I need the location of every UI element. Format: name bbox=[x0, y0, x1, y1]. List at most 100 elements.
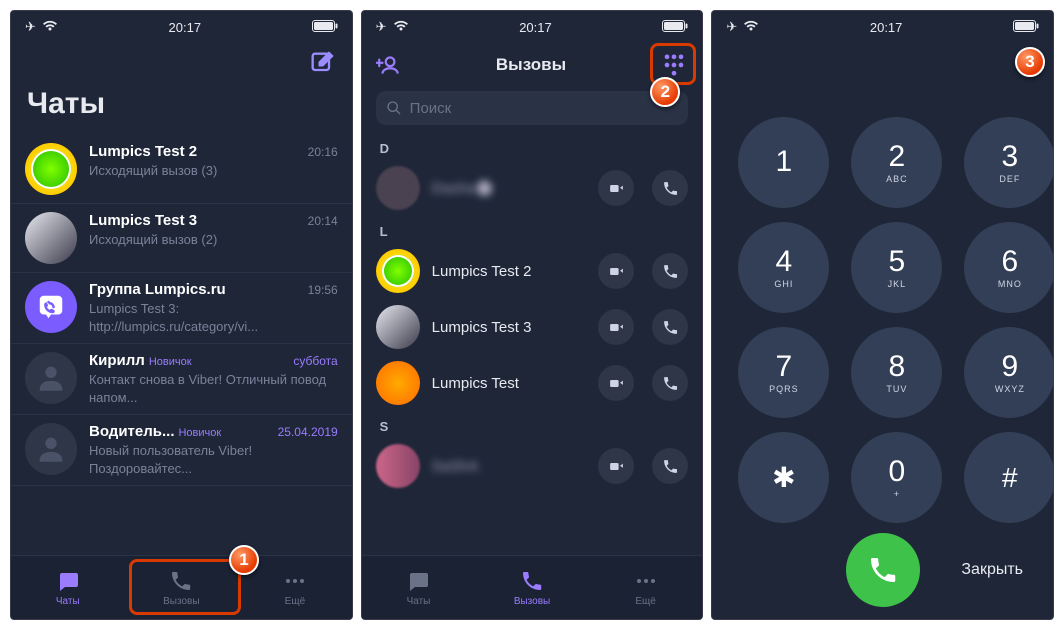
status-time: 20:17 bbox=[519, 20, 552, 35]
key-9[interactable]: 9WXYZ bbox=[964, 327, 1054, 418]
close-button[interactable]: Закрыть bbox=[945, 561, 1027, 579]
voice-call-button[interactable] bbox=[652, 365, 688, 401]
chat-row[interactable]: Lumpics Test 3 20:14 Исходящий вызов (2) bbox=[11, 204, 352, 273]
key-3[interactable]: 3DEF bbox=[964, 117, 1054, 208]
chat-row[interactable]: Lumpics Test 2 20:16 Исходящий вызов (3) bbox=[11, 135, 352, 204]
battery-icon bbox=[662, 20, 688, 35]
screen-chats: ✈ 20:17 Чаты Lumpics Test 2 20:16 Исходя… bbox=[10, 10, 353, 620]
key-2[interactable]: 2ABC bbox=[851, 117, 942, 208]
chat-name: Lumpics Test 3 bbox=[89, 212, 197, 229]
number-display bbox=[712, 43, 1053, 107]
contact-name: Lumpics Test 3 bbox=[432, 319, 581, 336]
voice-call-button[interactable] bbox=[652, 309, 688, 345]
page-title: Чаты bbox=[11, 79, 352, 135]
status-bar: ✈ 20:17 bbox=[362, 11, 703, 43]
chat-row[interactable]: КириллНовичок суббота Контакт снова в Vi… bbox=[11, 344, 352, 415]
keypad-icon[interactable] bbox=[660, 51, 688, 79]
avatar bbox=[25, 143, 77, 195]
battery-icon bbox=[1013, 20, 1039, 35]
compose-icon[interactable] bbox=[308, 49, 336, 77]
wifi-icon bbox=[393, 20, 409, 35]
key-star[interactable]: ✱ bbox=[738, 432, 829, 523]
contact-name: Dasha🌸 bbox=[432, 179, 581, 197]
voice-call-button[interactable] bbox=[652, 253, 688, 289]
avatar bbox=[25, 423, 77, 475]
key-7[interactable]: 7PQRS bbox=[738, 327, 829, 418]
chat-time: 25.04.2019 bbox=[278, 425, 338, 439]
avatar bbox=[376, 166, 420, 210]
tab-label: Чаты bbox=[407, 596, 431, 607]
tab-label: Ещё bbox=[285, 596, 305, 607]
chat-subtitle: Исходящий вызов (3) bbox=[89, 162, 338, 180]
key-6[interactable]: 6MNO bbox=[964, 222, 1054, 313]
contact-row[interactable]: Dasha🌸 bbox=[362, 160, 703, 216]
marker-1: 1 bbox=[229, 545, 259, 575]
chat-name: КириллНовичок bbox=[89, 352, 192, 369]
chat-name: Группа Lumpics.ru bbox=[89, 281, 226, 298]
tab-bar: Чаты Вызовы Ещё bbox=[11, 555, 352, 619]
key-0[interactable]: 0+ bbox=[851, 432, 942, 523]
contact-row[interactable]: Lumpics Test bbox=[362, 355, 703, 411]
video-call-button[interactable] bbox=[598, 170, 634, 206]
key-5[interactable]: 5JKL bbox=[851, 222, 942, 313]
airplane-icon: ✈ bbox=[376, 19, 387, 35]
contact-name: Lumpics Test 2 bbox=[432, 263, 581, 280]
new-tag: Новичок bbox=[178, 427, 221, 439]
section-header: D bbox=[362, 133, 703, 160]
status-time: 20:17 bbox=[169, 20, 202, 35]
key-8[interactable]: 8TUV bbox=[851, 327, 942, 418]
chat-time: 20:14 bbox=[308, 214, 338, 228]
add-contact-icon[interactable] bbox=[376, 52, 402, 78]
contact-row[interactable]: SaShA bbox=[362, 438, 703, 494]
battery-icon bbox=[312, 20, 338, 35]
chat-row[interactable]: Водитель...Новичок 25.04.2019 Новый поль… bbox=[11, 415, 352, 486]
voice-call-button[interactable] bbox=[652, 170, 688, 206]
keypad-grid: 1 2ABC 3DEF 4GHI 5JKL 6MNO 7PQRS 8TUV 9W… bbox=[712, 107, 1053, 533]
page-title: Вызовы bbox=[496, 55, 566, 75]
search-placeholder: Поиск bbox=[410, 100, 452, 117]
video-call-button[interactable] bbox=[598, 365, 634, 401]
chat-subtitle: Контакт снова в Viber! Отличный повод на… bbox=[89, 371, 338, 406]
chat-subtitle: Исходящий вызов (2) bbox=[89, 231, 338, 249]
call-button[interactable] bbox=[846, 533, 920, 607]
key-4[interactable]: 4GHI bbox=[738, 222, 829, 313]
status-bar: ✈ 20:17 bbox=[712, 11, 1053, 43]
avatar bbox=[25, 212, 77, 264]
avatar bbox=[376, 444, 420, 488]
chat-subtitle: Новый пользователь Viber! Поздоровайтес.… bbox=[89, 442, 338, 477]
airplane-icon: ✈ bbox=[25, 19, 36, 35]
chat-row[interactable]: Группа Lumpics.ru 19:56 Lumpics Test 3: … bbox=[11, 273, 352, 344]
avatar bbox=[376, 305, 420, 349]
avatar bbox=[25, 352, 77, 404]
tab-more[interactable]: Ещё bbox=[589, 556, 703, 619]
wifi-icon bbox=[42, 20, 58, 35]
screen-calls: ✈ 20:17 Вызовы Поиск D Dasha🌸 L Lumpics … bbox=[361, 10, 704, 620]
chat-time: 20:16 bbox=[308, 145, 338, 159]
tab-label: Ещё bbox=[635, 596, 655, 607]
key-1[interactable]: 1 bbox=[738, 117, 829, 208]
wifi-icon bbox=[743, 20, 759, 35]
new-tag: Новичок bbox=[149, 356, 192, 368]
tab-bar: Чаты Вызовы Ещё bbox=[362, 555, 703, 619]
video-call-button[interactable] bbox=[598, 253, 634, 289]
tab-chats[interactable]: Чаты bbox=[11, 556, 125, 619]
tab-chats[interactable]: Чаты bbox=[362, 556, 476, 619]
tab-label: Вызовы bbox=[163, 596, 199, 607]
contact-row[interactable]: Lumpics Test 3 bbox=[362, 299, 703, 355]
contact-row[interactable]: Lumpics Test 2 bbox=[362, 243, 703, 299]
chat-time: 19:56 bbox=[308, 283, 338, 297]
contact-name: SaShA bbox=[432, 458, 581, 475]
video-call-button[interactable] bbox=[598, 309, 634, 345]
search-input[interactable]: Поиск bbox=[376, 91, 689, 125]
status-bar: ✈ 20:17 bbox=[11, 11, 352, 43]
avatar bbox=[376, 361, 420, 405]
chat-subtitle: Lumpics Test 3: http://lumpics.ru/catego… bbox=[89, 300, 338, 335]
section-header: S bbox=[362, 411, 703, 438]
video-call-button[interactable] bbox=[598, 448, 634, 484]
voice-call-button[interactable] bbox=[652, 448, 688, 484]
tab-label: Чаты bbox=[56, 596, 80, 607]
key-hash[interactable]: # bbox=[964, 432, 1054, 523]
tab-calls[interactable]: Вызовы bbox=[125, 556, 239, 619]
tab-label: Вызовы bbox=[514, 596, 550, 607]
tab-calls[interactable]: Вызовы bbox=[475, 556, 589, 619]
